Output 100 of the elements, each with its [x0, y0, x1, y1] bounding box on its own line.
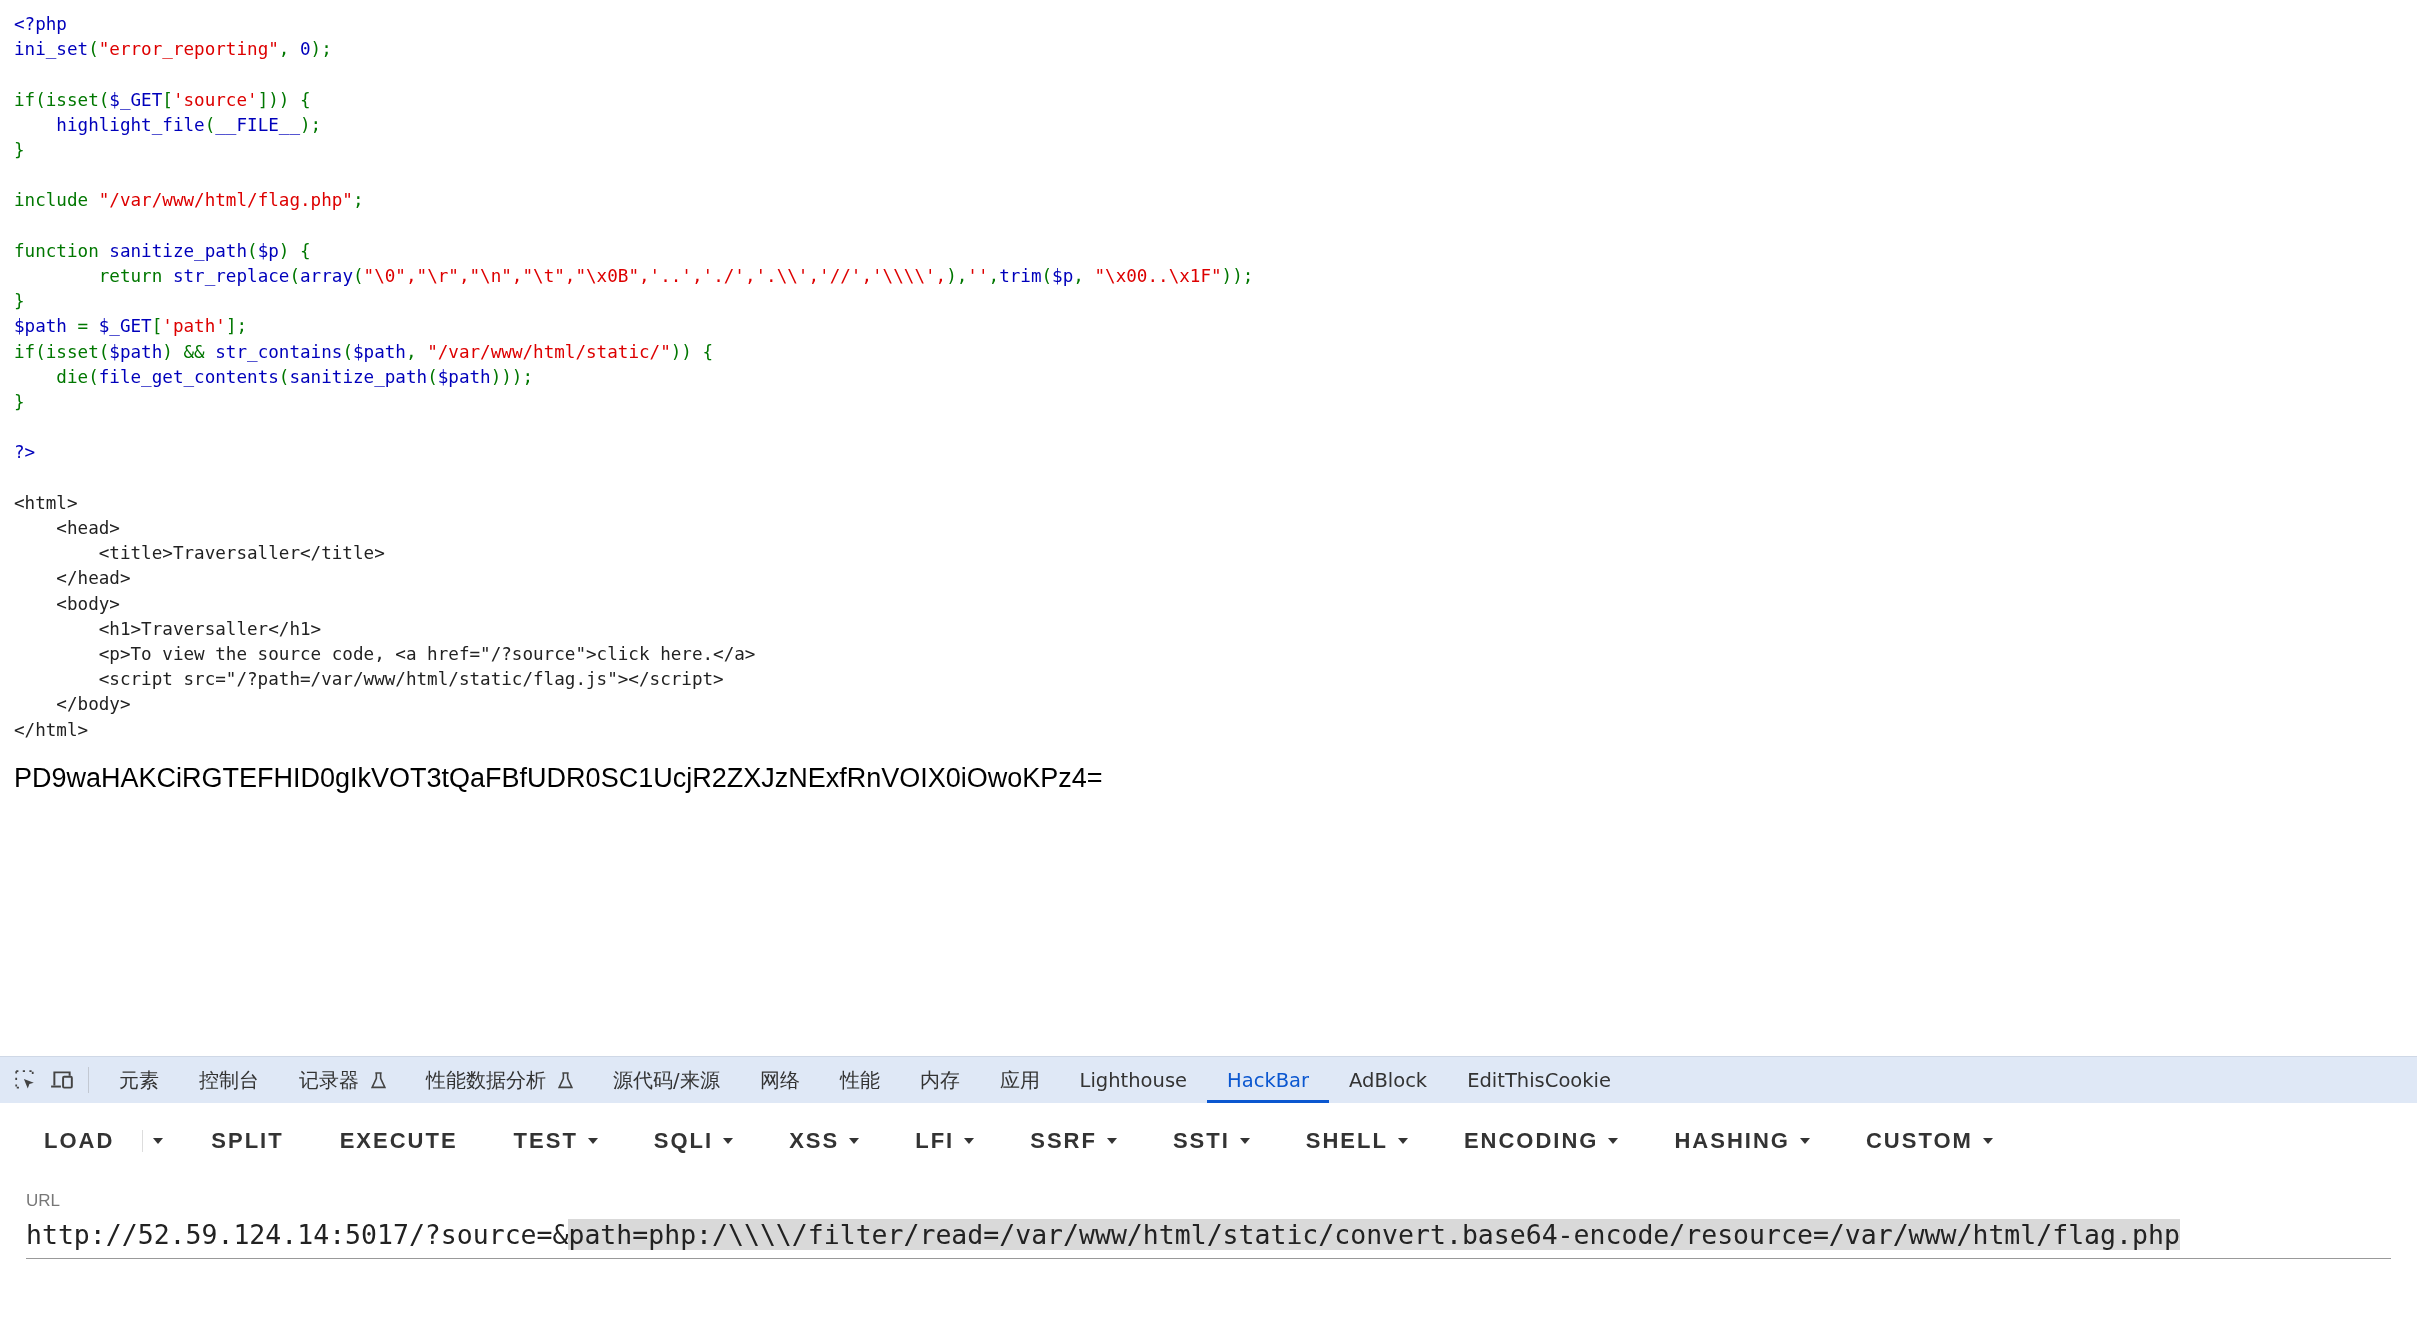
hackbar-menu-button[interactable]: XSS	[761, 1120, 888, 1162]
code-token: "/var/www/html/static/"	[427, 341, 671, 362]
code-token: $_GET	[109, 89, 163, 110]
code-token: <h1>Traversaller</h1>	[97, 618, 322, 639]
devtools-tab[interactable]: 应用	[979, 1057, 1060, 1103]
code-token: <p>To view the source code, <a href="/?source">click here.</a>	[97, 644, 756, 664]
hackbar-menu-button[interactable]: HASHING	[1646, 1120, 1838, 1162]
devtools-tab[interactable]: 源代码/来源	[593, 1057, 740, 1103]
code-token: "/var/www/html/flag.php"	[98, 190, 353, 211]
code-token: (	[427, 366, 438, 387]
code-token: sanitize_path	[109, 240, 248, 261]
code-token: <body>	[55, 593, 120, 614]
code-token: ));	[1221, 266, 1254, 286]
code-token: ,	[278, 39, 291, 60]
device-icon[interactable]	[50, 1069, 74, 1091]
hackbar-button[interactable]: EXECUTE	[311, 1120, 486, 1162]
code-token: ;	[352, 190, 364, 211]
code-token: <head>	[55, 518, 120, 538]
code-token: $path	[109, 341, 163, 362]
caret-icon	[849, 1138, 860, 1144]
caret-icon	[1239, 1138, 1250, 1144]
code-token: )));	[490, 366, 534, 387]
caret-icon	[153, 1138, 164, 1144]
code-token: [	[151, 316, 163, 337]
hackbar-menu-button[interactable]: CUSTOM	[1837, 1120, 2021, 1162]
code-token: ,	[405, 341, 418, 362]
code-token: ,	[1073, 266, 1085, 286]
code-token: }	[14, 291, 25, 312]
code-token: ) &&	[162, 341, 206, 362]
hackbar-menu-button[interactable]: SSRF	[1002, 1120, 1145, 1162]
devtools-tab[interactable]: 记录器	[279, 1057, 406, 1103]
code-token: }	[14, 392, 25, 412]
devtools-tab[interactable]: 内存	[899, 1057, 980, 1103]
inspect-icon[interactable]	[14, 1069, 36, 1091]
code-token: trim	[999, 266, 1042, 286]
code-token: 'source'	[172, 89, 258, 110]
hackbar-menu-button[interactable]: SHELL	[1277, 1120, 1436, 1162]
hackbar-menu-button[interactable]: SSTI	[1144, 1120, 1278, 1162]
code-token: function	[14, 240, 100, 261]
code-token: (	[342, 341, 353, 362]
hackbar-menu-button[interactable]: TEST	[485, 1120, 626, 1162]
code-token: $p	[1052, 266, 1074, 286]
caret-icon	[1106, 1138, 1117, 1144]
code-token: }	[14, 140, 25, 160]
code-token: ?>	[14, 442, 36, 463]
code-token: __FILE__	[215, 114, 300, 135]
code-token: </body>	[55, 694, 131, 715]
code-token: (	[289, 266, 300, 286]
code-token: str_replace	[172, 266, 290, 286]
devtools-tab[interactable]: Lighthouse	[1059, 1057, 1208, 1103]
code-token: <?php	[14, 14, 67, 34]
devtools-tab[interactable]: 元素	[99, 1057, 179, 1103]
code-token: <html>	[14, 492, 78, 513]
caret-icon	[1397, 1138, 1408, 1144]
hackbar-menu-button[interactable]: ENCODING	[1435, 1120, 1647, 1162]
hackbar-button[interactable]: LOAD	[24, 1120, 143, 1162]
code-token: 'path'	[162, 316, 226, 337]
code-token: ini_set	[14, 39, 89, 60]
code-token: highlight_file	[55, 114, 205, 135]
code-token: (	[88, 366, 99, 387]
code-token: str_contains	[215, 341, 343, 362]
code-token: );	[300, 114, 322, 135]
code-token: file_get_contents	[98, 366, 279, 387]
devtools-tab[interactable]: AdBlock	[1329, 1057, 1448, 1103]
code-token: array	[300, 266, 353, 286]
code-token: ];	[225, 316, 248, 337]
code-token: (	[353, 266, 364, 286]
code-token: "\0","\r","\n","\t","\x0B",'..','./','.\\','//','\\\\',	[363, 266, 947, 286]
caret-icon	[1982, 1138, 1993, 1144]
code-token: <script src="/?path=/var/www/html/static/flag.js"></script>	[97, 669, 724, 690]
code-token: ,	[988, 266, 1000, 286]
code-token: (	[278, 366, 290, 387]
code-token: =	[76, 316, 90, 337]
code-token: if(isset(	[14, 341, 110, 362]
devtools-tab[interactable]: 网络	[739, 1057, 820, 1103]
code-token: [	[162, 89, 173, 110]
code-token: include	[14, 190, 90, 211]
hackbar-menu-button[interactable]: SQLI	[625, 1120, 762, 1162]
code-token: (	[1041, 266, 1053, 286]
devtools-tab[interactable]: EditThisCookie	[1447, 1057, 1631, 1103]
code-token: if(isset(	[14, 89, 110, 110]
code-token: ])) {	[257, 89, 311, 110]
devtools-tab[interactable]: 性能	[819, 1057, 900, 1103]
code-token: $path	[437, 366, 491, 387]
code-token: <title>Traversaller</title>	[97, 543, 385, 564]
code-token: die	[55, 366, 89, 387]
code-token: (	[88, 39, 99, 60]
url-label: URL	[26, 1191, 60, 1211]
caret-icon	[1799, 1138, 1810, 1144]
caret-icon	[587, 1138, 598, 1144]
code-token: return	[97, 266, 164, 286]
devtools-tab[interactable]: HackBar	[1207, 1057, 1330, 1103]
code-token: sanitize_path	[289, 366, 428, 387]
code-token: "\x00..\x1F"	[1094, 266, 1222, 286]
hackbar-menu-button[interactable]: LFI	[887, 1120, 1003, 1162]
devtools-tab[interactable]: 控制台	[179, 1057, 279, 1103]
code-token: (	[204, 114, 216, 135]
code-token: $p	[257, 240, 279, 261]
hackbar-button[interactable]: SPLIT	[183, 1120, 312, 1162]
devtools-tab[interactable]: 性能数据分析	[406, 1057, 593, 1103]
